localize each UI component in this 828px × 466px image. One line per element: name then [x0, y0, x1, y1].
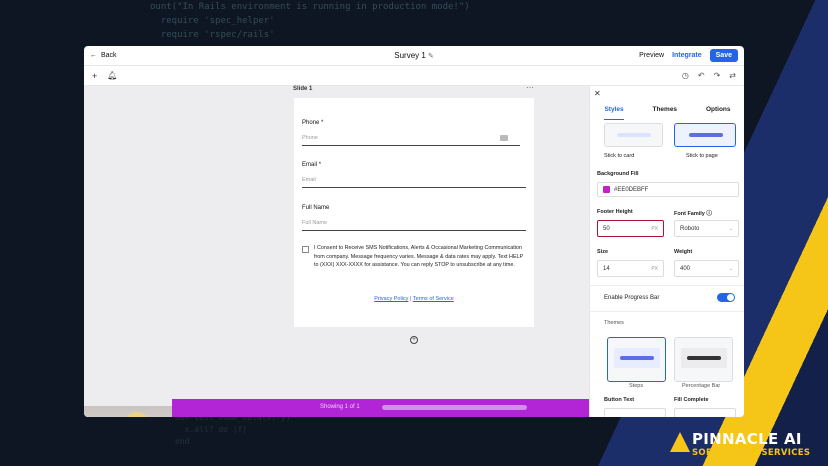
edit-pencil-icon[interactable]: ✎: [428, 53, 434, 60]
phone-field[interactable]: Phone: [302, 132, 520, 146]
history-icon[interactable]: ◷: [682, 71, 689, 80]
survey-footer-bar: Showing 1 of 1: [172, 399, 589, 417]
email-field[interactable]: Email: [302, 174, 526, 188]
background-code: ount("In Rails environment is running in…: [150, 2, 470, 40]
back-arrow-icon: ←: [90, 52, 97, 59]
form-card: Phone * Phone Email * Email Full Name Fu…: [294, 98, 534, 327]
tab-options[interactable]: Options: [706, 106, 731, 120]
phone-label: Phone *: [302, 120, 324, 126]
pinnacle-logo-icon: [670, 432, 690, 452]
progress-bar-toggle[interactable]: [717, 293, 735, 302]
consent-text: I Consent to Receive SMS Notifications, …: [314, 245, 524, 268]
weight-select[interactable]: 400 ⌄: [674, 260, 739, 277]
footer-height-label: Footer Height: [597, 209, 633, 215]
stick-to-card-label: Stick to card: [604, 153, 635, 159]
top-bar: ← Back Survey 1 ✎ Preview Integrate Save: [84, 46, 744, 66]
fill-complete-label: Fill Complete: [674, 397, 709, 403]
terms-link[interactable]: Terms of Service: [413, 296, 454, 302]
swap-icon[interactable]: ⇄: [729, 71, 736, 80]
brand-tagline: SOFTWARE & SERVICES: [692, 448, 811, 458]
panel-tabs: Styles Themes Options: [590, 106, 744, 120]
footer-height-input[interactable]: 50 PX: [597, 220, 664, 237]
consent-checkbox[interactable]: [302, 246, 309, 253]
redo-icon[interactable]: ↷: [714, 71, 721, 80]
fill-complete-color-input[interactable]: [674, 408, 736, 417]
bg-fill-input[interactable]: #EE0DEBFF: [597, 182, 739, 197]
save-button[interactable]: Save: [709, 49, 738, 62]
theme-percentage-label: Percentage Bar: [682, 383, 721, 389]
theme-steps-label: Steps: [629, 383, 644, 389]
background-code-bottom: def test_some_data(x, y) x.all? do |f| en…: [175, 413, 291, 446]
size-input[interactable]: 14 PX: [597, 260, 664, 277]
font-family-label: Font Family ⓘ: [674, 211, 712, 217]
slide-label: Slide 1: [293, 86, 313, 92]
info-icon: ⓘ: [706, 211, 712, 217]
editor-canvas: Slide 1 ··· Phone * Phone Email * Email …: [84, 83, 589, 417]
policy-links: Privacy Policy | Terms of Service: [374, 296, 454, 302]
presenter-image: [124, 412, 150, 417]
integrate-button[interactable]: Integrate: [672, 52, 702, 59]
theme-percentage-option[interactable]: [674, 337, 733, 382]
chevron-down-icon: ⌄: [728, 265, 733, 272]
close-icon[interactable]: ✕: [594, 89, 601, 98]
size-label: Size: [597, 249, 609, 255]
privacy-policy-link[interactable]: Privacy Policy: [374, 296, 408, 302]
fullname-label: Full Name: [302, 205, 330, 211]
stick-to-page-label: Stick to page: [686, 153, 718, 159]
button-text-color-input[interactable]: [604, 408, 666, 417]
fullname-field[interactable]: Full Name: [302, 217, 526, 231]
brand-name: PINNACLE AI: [692, 430, 802, 448]
stick-to-card-option[interactable]: [604, 123, 663, 147]
button-text-label: Button Text: [604, 397, 635, 403]
brand-logo: PINNACLE AI SOFTWARE & SERVICES: [670, 430, 811, 458]
survey-builder-window: ← Back Survey 1 ✎ Preview Integrate Save +…: [84, 46, 744, 417]
progress-text: Showing 1 of 1: [320, 404, 360, 410]
enable-progress-label: Enable Progress Bar: [604, 295, 660, 301]
slide-menu-icon[interactable]: ···: [526, 83, 534, 92]
email-label: Email *: [302, 162, 322, 168]
consent-row: I Consent to Receive SMS Notifications, …: [302, 244, 526, 270]
bg-fill-label: Background Fill: [597, 171, 639, 177]
font-family-select[interactable]: Roboto ⌄: [674, 220, 739, 237]
progress-bar: [382, 405, 527, 410]
chevron-down-icon: ⌄: [728, 225, 733, 232]
weight-label: Weight: [674, 249, 693, 255]
webcam-overlay: [84, 406, 172, 417]
style-panel: ✕ Styles Themes Options Stick to card St…: [589, 86, 744, 417]
theme-steps-option[interactable]: [607, 337, 666, 382]
back-button[interactable]: ← Back: [90, 52, 117, 59]
themes-label: Themes: [604, 320, 624, 326]
preview-button[interactable]: Preview: [639, 52, 664, 59]
color-swatch[interactable]: [603, 186, 610, 193]
tab-styles[interactable]: Styles: [604, 106, 624, 120]
stick-to-page-option[interactable]: [674, 123, 736, 147]
add-icon[interactable]: +: [92, 71, 97, 81]
bell-icon[interactable]: 🔔︎: [107, 71, 117, 80]
undo-icon[interactable]: ↶: [698, 71, 705, 80]
editor-toolbar: + 🔔︎ ◷ ↶ ↷ ⇄: [84, 66, 744, 86]
phone-icon: [500, 135, 508, 141]
add-slide-icon[interactable]: +: [410, 336, 418, 344]
tab-themes[interactable]: Themes: [652, 106, 677, 120]
